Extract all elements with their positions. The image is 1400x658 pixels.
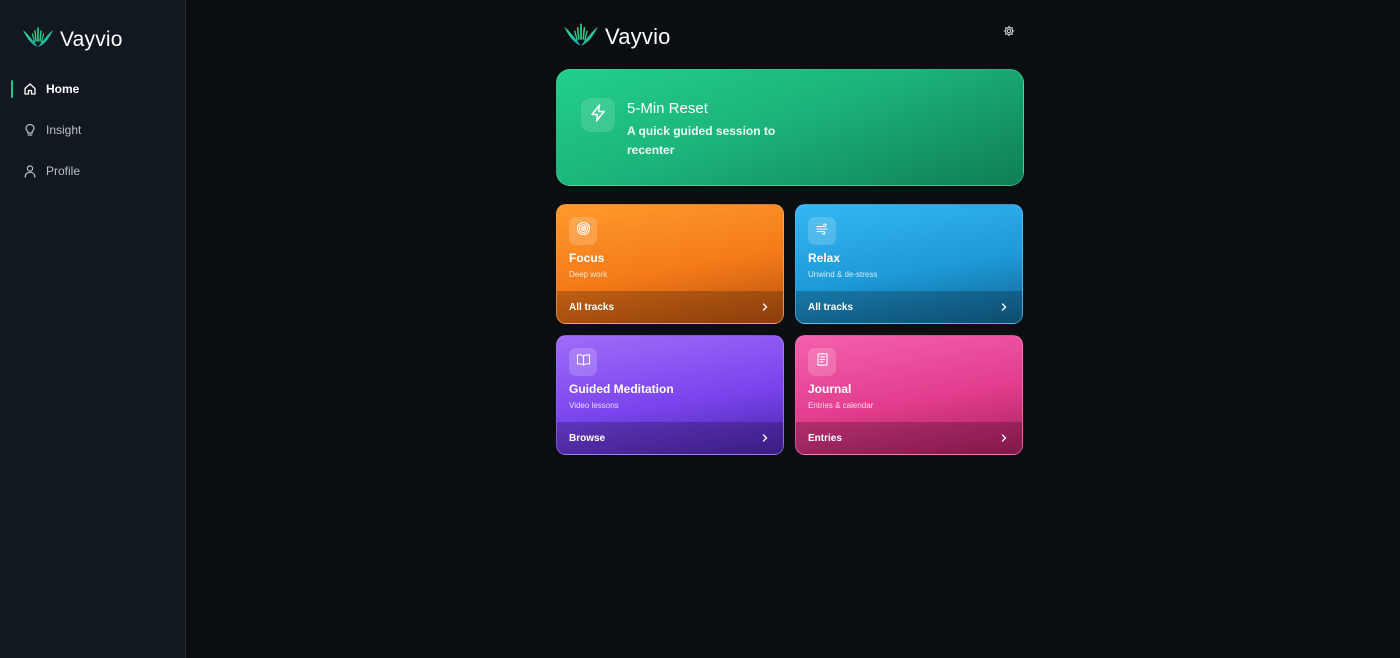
sidebar-logo[interactable]: Vayvio bbox=[21, 25, 123, 54]
relax-card[interactable]: Relax Unwind & de-stress All tracks bbox=[795, 204, 1023, 324]
hero-title: 5-Min Reset bbox=[627, 100, 708, 117]
chevron-right-icon bbox=[761, 302, 771, 312]
header-logo[interactable]: Vayvio bbox=[562, 21, 671, 53]
card-title: Relax bbox=[808, 251, 841, 265]
book-icon bbox=[576, 352, 591, 372]
card-footer-link[interactable]: Entries bbox=[796, 422, 1022, 454]
sidebar: Vayvio Home Insight Profile bbox=[0, 0, 186, 658]
header-logo-text: Vayvio bbox=[605, 24, 671, 49]
wind-icon bbox=[815, 221, 830, 241]
sidebar-logo-text: Vayvio bbox=[60, 27, 123, 51]
card-icon-container bbox=[569, 217, 597, 245]
hero-icon-container bbox=[581, 98, 615, 132]
card-icon-container bbox=[808, 217, 836, 245]
lotus-logo-icon bbox=[21, 25, 55, 54]
journal-card[interactable]: Journal Entries & calendar Entries bbox=[795, 335, 1023, 455]
home-icon bbox=[23, 82, 37, 96]
card-footer-link[interactable]: All tracks bbox=[557, 291, 783, 323]
chevron-right-icon bbox=[761, 433, 771, 443]
card-footer-label: All tracks bbox=[808, 301, 854, 313]
card-title: Journal bbox=[808, 382, 852, 396]
card-footer-link[interactable]: All tracks bbox=[796, 291, 1022, 323]
chevron-right-icon bbox=[1000, 433, 1010, 443]
card-subtitle: Entries & calendar bbox=[808, 401, 874, 410]
card-icon-container bbox=[808, 348, 836, 376]
sidebar-item-profile[interactable]: Profile bbox=[0, 158, 185, 184]
card-footer-label: Browse bbox=[569, 432, 606, 444]
app-root: Vayvio Home Insight Profile Vayvio 5-Min… bbox=[0, 0, 1400, 658]
card-subtitle: Video lessons bbox=[569, 401, 619, 410]
sidebar-nav: Home Insight Profile bbox=[0, 76, 185, 199]
sidebar-item-insight[interactable]: Insight bbox=[0, 117, 185, 143]
card-footer-link[interactable]: Browse bbox=[557, 422, 783, 454]
guided-meditation-card[interactable]: Guided Meditation Video lessons Browse bbox=[556, 335, 784, 455]
card-subtitle: Unwind & de-stress bbox=[808, 270, 878, 279]
target-icon bbox=[576, 221, 591, 241]
sidebar-item-label: Profile bbox=[46, 164, 81, 178]
lightning-icon bbox=[588, 103, 608, 128]
hero-description: A quick guided session to recenter bbox=[627, 124, 776, 157]
user-icon bbox=[23, 164, 37, 178]
lightbulb-icon bbox=[23, 123, 37, 137]
gear-icon bbox=[1003, 24, 1015, 42]
lotus-logo-icon bbox=[562, 21, 600, 53]
settings-button[interactable] bbox=[1000, 24, 1018, 42]
chevron-right-icon bbox=[1000, 302, 1010, 312]
card-title: Guided Meditation bbox=[569, 382, 674, 396]
notebook-icon bbox=[815, 352, 830, 372]
card-footer-label: All tracks bbox=[569, 301, 615, 313]
card-title: Focus bbox=[569, 251, 605, 265]
card-icon-container bbox=[569, 348, 597, 376]
quick-reset-card[interactable]: 5-Min Reset A quick guided session to re… bbox=[556, 69, 1024, 186]
sidebar-item-label: Home bbox=[46, 82, 80, 96]
sidebar-item-home[interactable]: Home bbox=[0, 76, 185, 102]
main-content: Vayvio 5-Min Reset A quick guided sessio… bbox=[186, 0, 1400, 658]
card-footer-label: Entries bbox=[808, 432, 842, 444]
sidebar-item-label: Insight bbox=[46, 123, 82, 137]
focus-card[interactable]: Focus Deep work All tracks bbox=[556, 204, 784, 324]
card-subtitle: Deep work bbox=[569, 270, 608, 279]
